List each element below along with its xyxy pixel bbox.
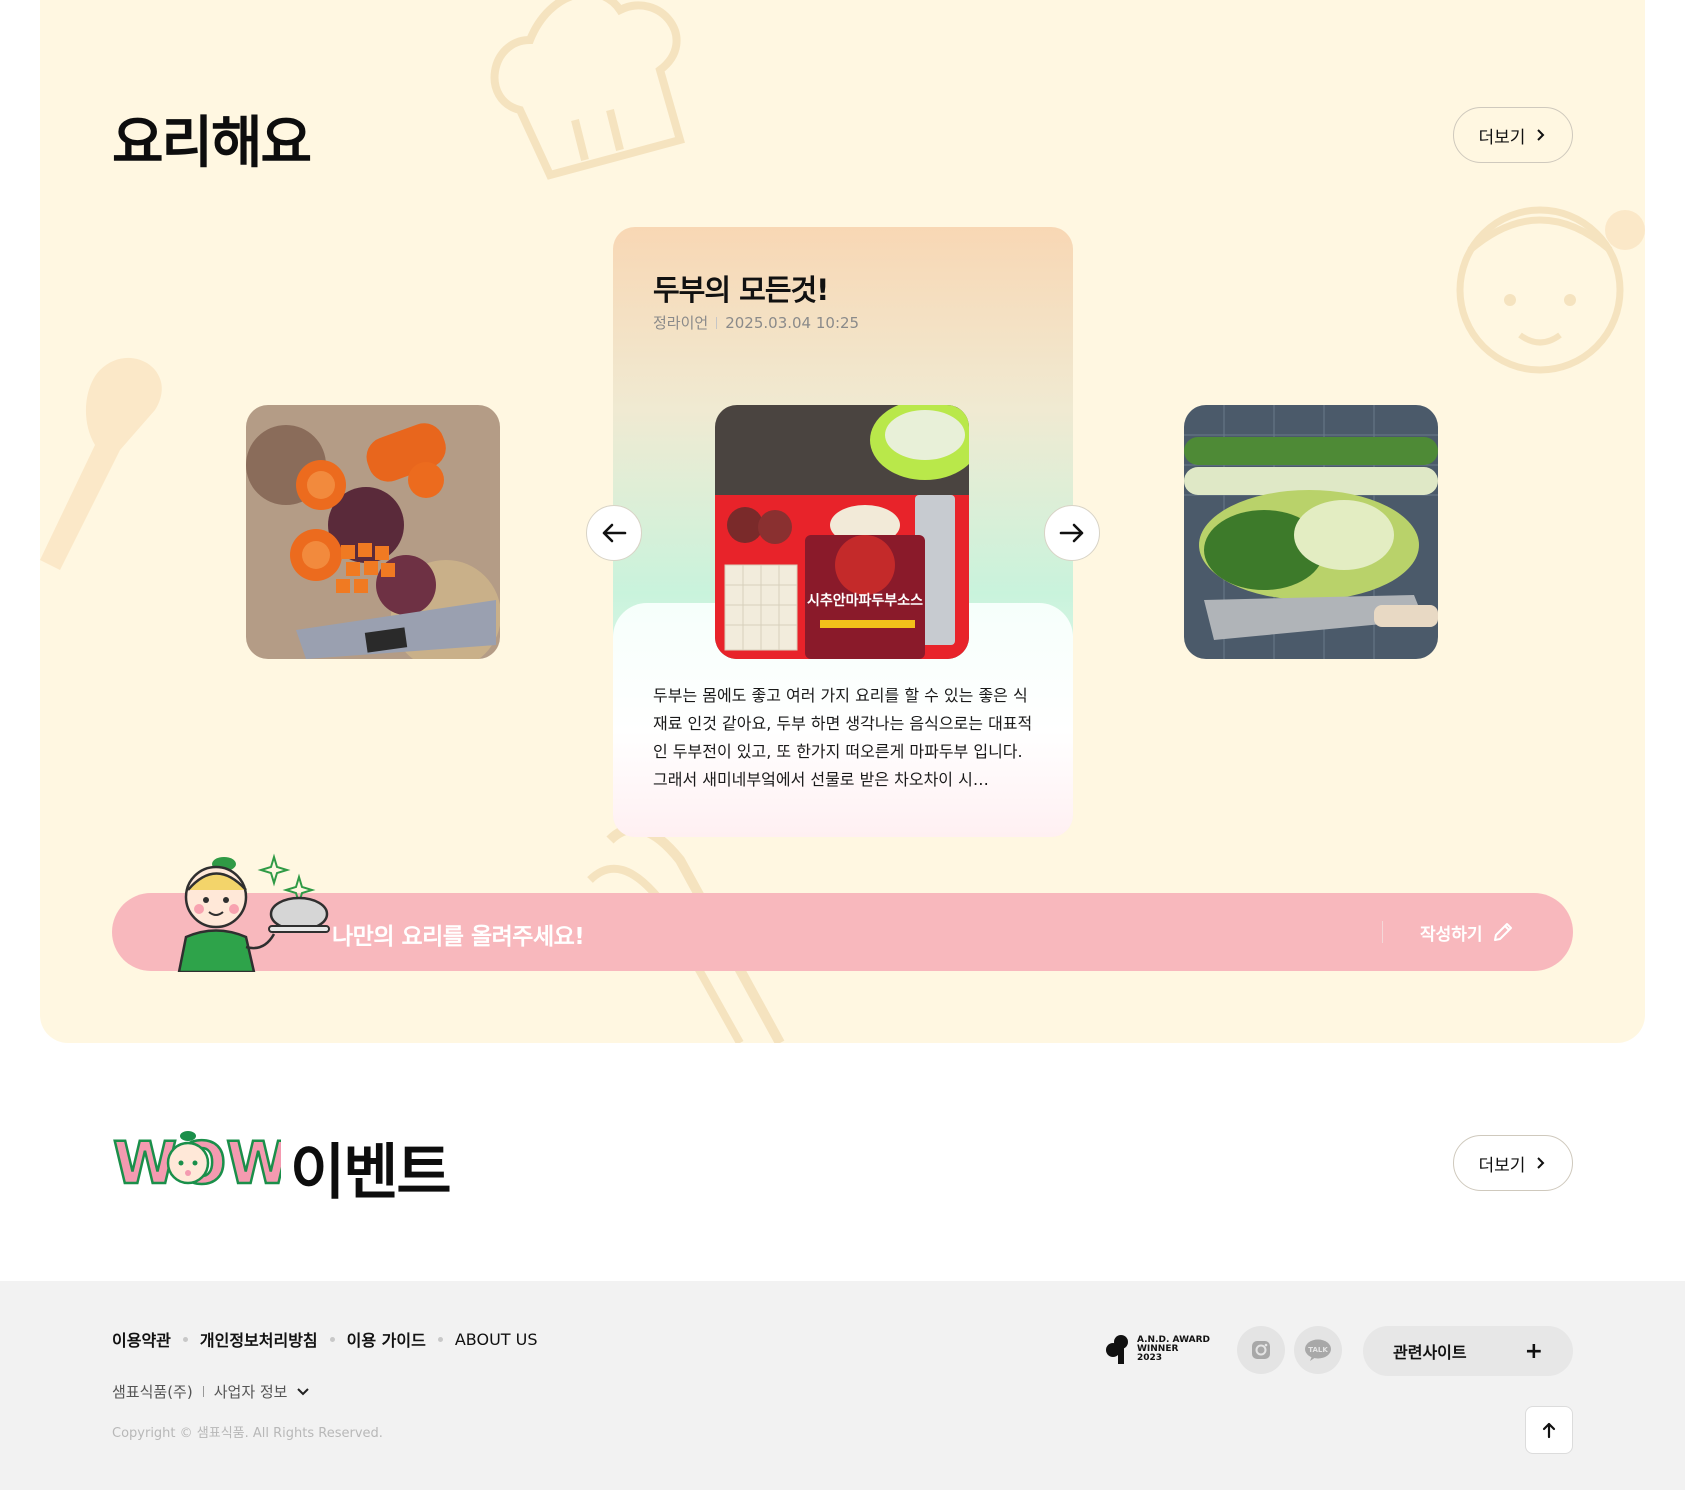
carrot-photo [246, 405, 500, 659]
chevron-down-icon [296, 1387, 309, 1395]
link-separator [182, 1336, 188, 1342]
recipe-date: 2025.03.04 10:25 [725, 313, 860, 332]
footer-link-terms[interactable]: 이용약관 [112, 1327, 171, 1351]
carousel-photo-prev[interactable] [246, 405, 500, 659]
scroll-top-button[interactable] [1525, 1406, 1573, 1454]
footer-link-about[interactable]: ABOUT US [455, 1330, 538, 1349]
arrow-right-icon [1059, 523, 1084, 543]
talk-label: TALK [1308, 1346, 1328, 1354]
kakaotalk-button[interactable]: TALK [1294, 1326, 1342, 1374]
arrow-up-icon [1542, 1422, 1556, 1439]
recipe-author: 정라이언 [653, 314, 709, 332]
instagram-button[interactable] [1237, 1326, 1285, 1374]
meta-divider [716, 316, 718, 329]
tofu-ingredients-photo: 시추안마파두부소스 [715, 405, 969, 659]
award-badge: A.N.D. AWARD WINNER 2023 [1105, 1334, 1210, 1364]
footer-links: 이용약관 개인정보처리방침 이용 가이드 ABOUT US [112, 1327, 538, 1351]
featured-recipe-card[interactable]: 두부의 모든것! 정라이언 2025.03.04 10:25 시추안마파두부소스… [613, 227, 1073, 837]
cooking-section: 요리해요 더보기 두부의 모든것! 정라이언 2025.03.04 10:25 … [40, 0, 1645, 1043]
business-info-toggle[interactable]: 사업자 정보 [214, 1381, 310, 1402]
kakaotalk-icon: TALK [1305, 1339, 1331, 1361]
chevron-right-icon [1537, 1157, 1545, 1169]
pencil-icon [1493, 923, 1512, 941]
chef-girl-doodle [1456, 206, 1645, 374]
company-info: 샘표식품(주) 사업자 정보 [112, 1381, 310, 1402]
award-text: A.N.D. AWARD WINNER 2023 [1137, 1335, 1210, 1363]
link-separator [437, 1336, 443, 1342]
upload-banner-text: 나만의 요리를 올려주세요! [332, 924, 585, 950]
cooking-section-title: 요리해요 [112, 111, 312, 176]
award-line-3: 2023 [1137, 1352, 1163, 1363]
related-sites-label: 관련사이트 [1393, 1343, 1467, 1362]
recipe-title: 두부의 모든것! [653, 273, 829, 307]
more-label: 더보기 [1478, 127, 1526, 148]
company-name: 샘표식품(주) [112, 1383, 193, 1401]
recipe-photo: 시추안마파두부소스 [715, 405, 969, 659]
cooking-more-button[interactable]: 더보기 [1453, 107, 1573, 163]
event-more-button[interactable]: 더보기 [1453, 1135, 1573, 1191]
event-section-title: 이벤트 [290, 1138, 452, 1208]
write-label: 작성하기 [1420, 924, 1483, 945]
carousel-photo-next[interactable] [1184, 405, 1438, 659]
footer: 이용약관 개인정보처리방침 이용 가이드 ABOUT US 샘표식품(주) 사업… [0, 1281, 1685, 1490]
spatula-doodle [40, 357, 162, 570]
more-label: 더보기 [1478, 1155, 1526, 1176]
recipe-meta: 정라이언 2025.03.04 10:25 [653, 312, 859, 333]
related-sites-button[interactable]: 관련사이트 + [1363, 1326, 1573, 1376]
package-label: 시추안마파두부소스 [807, 592, 923, 609]
chef-hat-doodle [490, 0, 685, 180]
footer-link-guide[interactable]: 이용 가이드 [347, 1327, 426, 1351]
plus-icon: + [1524, 1338, 1543, 1364]
business-info-label: 사업자 정보 [213, 1383, 288, 1401]
chef-girl-mascot [177, 853, 330, 972]
instagram-icon [1252, 1341, 1270, 1359]
write-button[interactable]: 작성하기 [1420, 916, 1515, 948]
green-onion-photo [1184, 405, 1438, 659]
carousel-prev-button[interactable] [586, 505, 642, 561]
chevron-right-icon [1537, 129, 1545, 141]
wow-logo: WOW! [113, 1128, 281, 1192]
link-separator [329, 1336, 335, 1342]
copyright: Copyright © 샘표식품. All Rights Reserved. [112, 1426, 383, 1441]
arrow-left-icon [602, 523, 627, 543]
carousel-next-button[interactable] [1044, 505, 1100, 561]
footer-link-privacy[interactable]: 개인정보처리방침 [200, 1327, 318, 1351]
recipe-excerpt: 두부는 몸에도 좋고 여러 가지 요리를 할 수 있는 좋은 식재료 인것 같아… [653, 686, 1033, 789]
award-logo-icon [1106, 1335, 1128, 1364]
banner-divider [1382, 921, 1383, 943]
company-divider [202, 1386, 204, 1397]
